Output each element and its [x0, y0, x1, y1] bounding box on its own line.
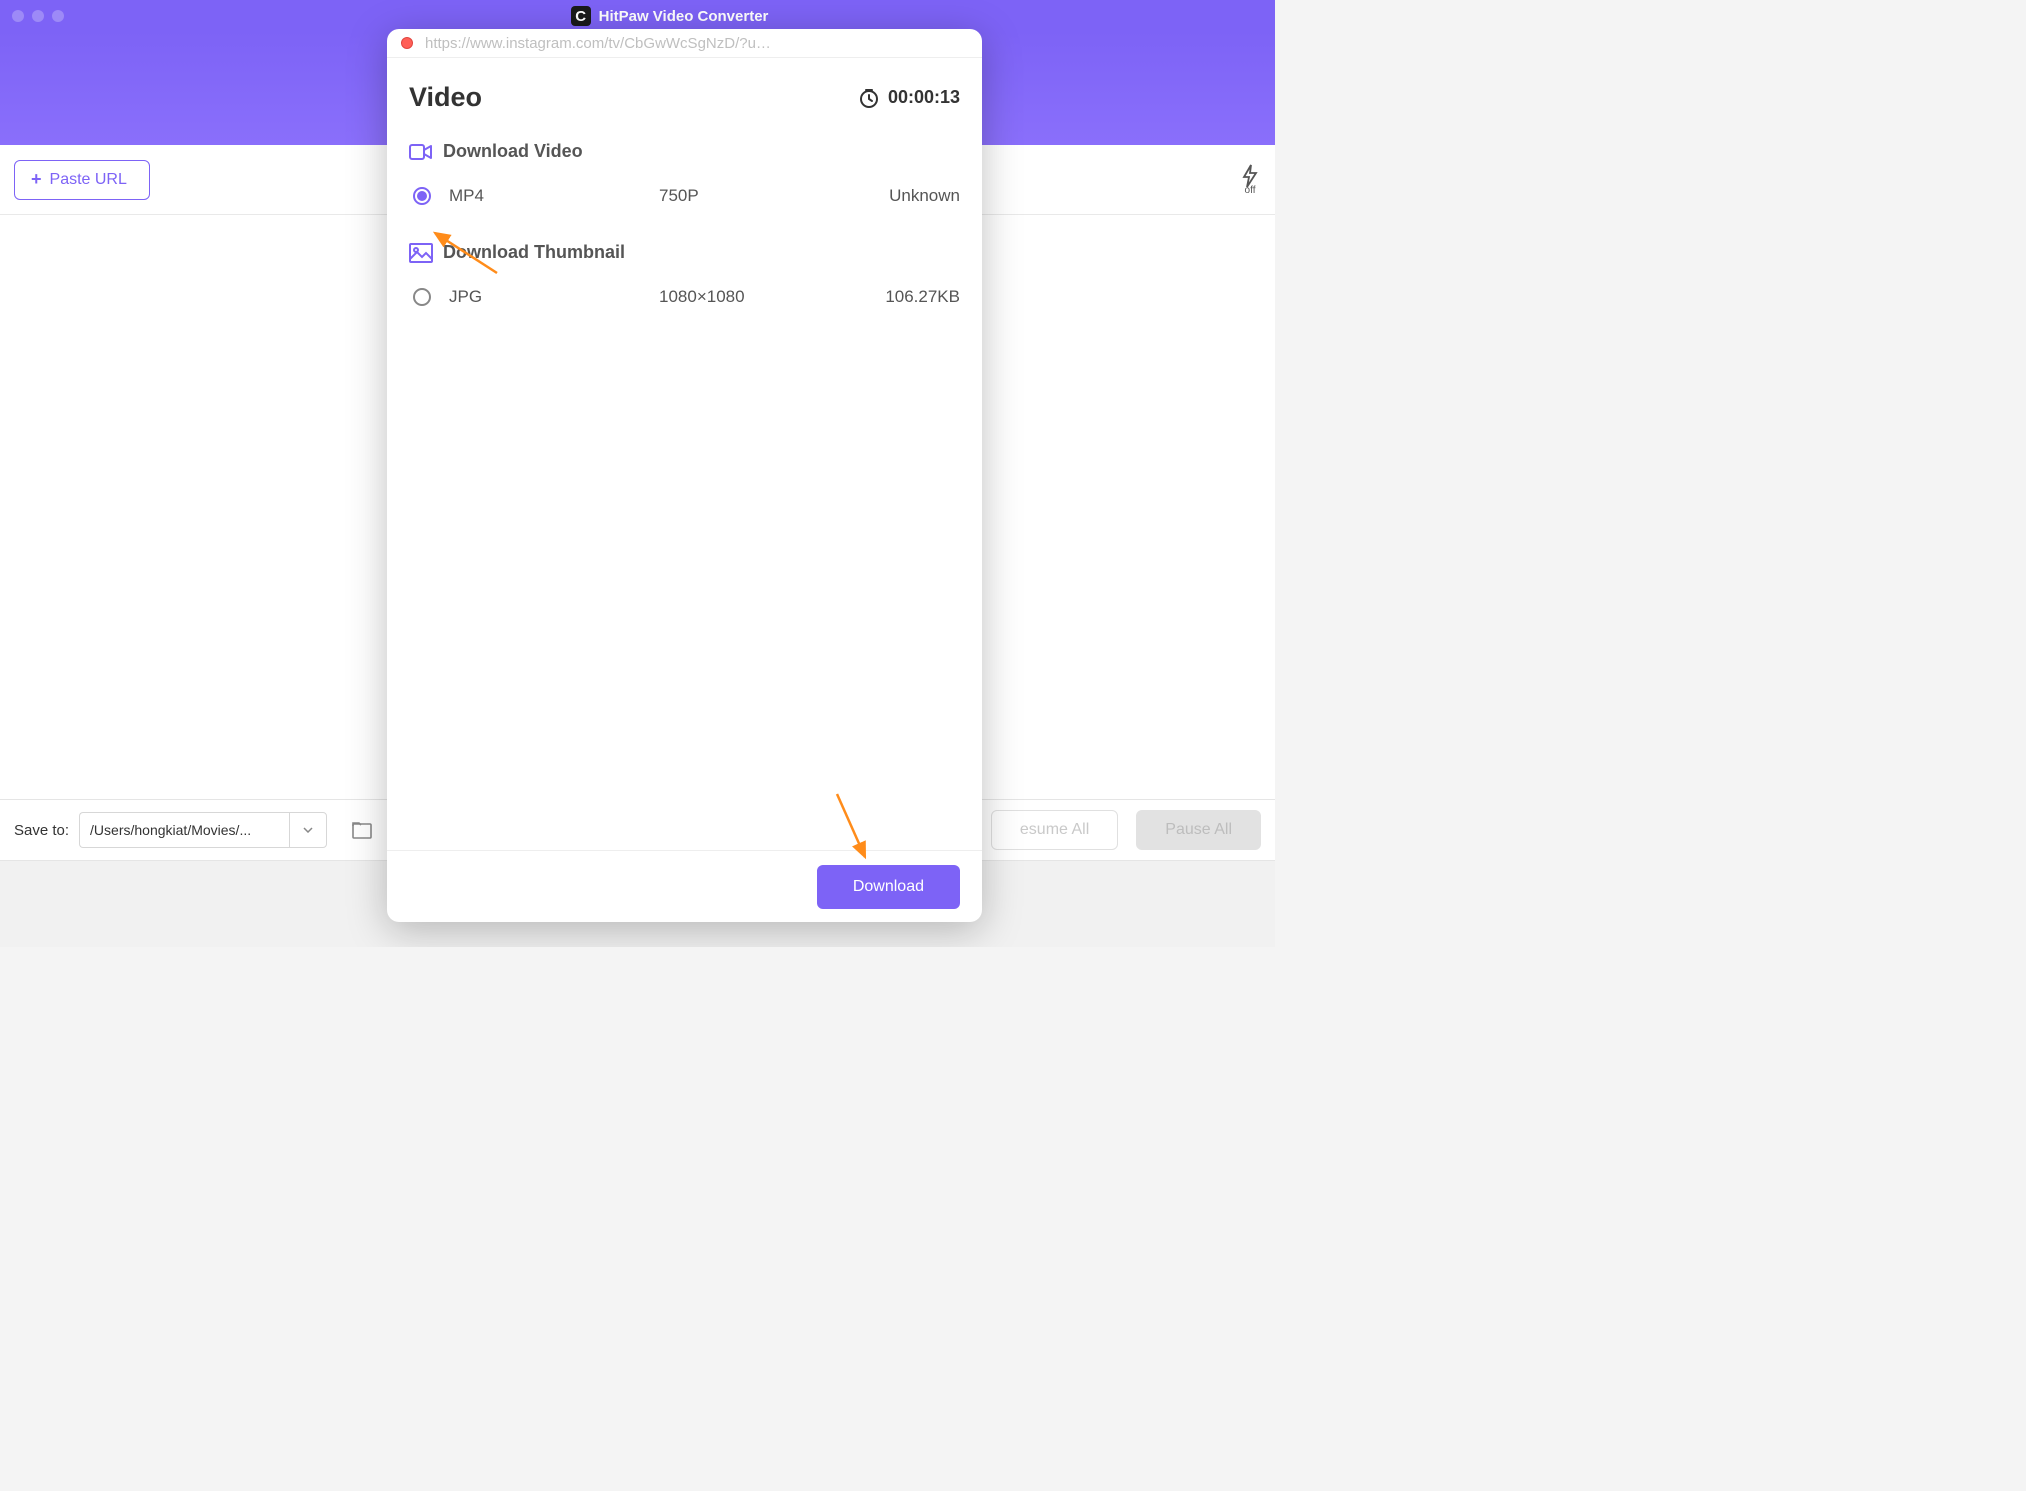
titlebar: C HitPaw Video Converter: [0, 0, 1275, 32]
save-path-dropdown[interactable]: [289, 812, 327, 848]
resume-all-button[interactable]: esume All: [991, 810, 1118, 850]
modal-titlebar: https://www.instagram.com/tv/CbGwWcSgNzD…: [387, 29, 982, 58]
radio-unselected[interactable]: [413, 288, 431, 306]
radio-selected[interactable]: [413, 187, 431, 205]
save-to-label: Save to:: [14, 822, 69, 839]
plus-icon: +: [31, 169, 42, 190]
window-traffic-lights[interactable]: [12, 10, 64, 22]
section-title: Download Thumbnail: [443, 242, 625, 263]
paste-url-button[interactable]: + Paste URL: [14, 160, 150, 200]
option-size: 106.27KB: [859, 287, 960, 307]
duration-text: 00:00:13: [888, 87, 960, 108]
section-title: Download Video: [443, 141, 583, 162]
traffic-dot[interactable]: [52, 10, 64, 22]
modal-heading: Video: [409, 82, 482, 113]
option-size: Unknown: [859, 186, 960, 206]
close-icon[interactable]: [401, 37, 413, 49]
chevron-down-icon: [303, 827, 313, 833]
traffic-dot[interactable]: [12, 10, 24, 22]
pause-all-button[interactable]: Pause All: [1136, 810, 1261, 850]
image-icon: [409, 243, 433, 263]
section-download-video: Download Video: [409, 141, 960, 162]
clock-icon: [858, 87, 880, 109]
hardware-accel-toggle[interactable]: off: [1239, 164, 1261, 196]
modal-body: Video 00:00:13 Download Video: [387, 58, 982, 850]
app-title: HitPaw Video Converter: [599, 8, 769, 25]
download-modal: https://www.instagram.com/tv/CbGwWcSgNzD…: [387, 29, 982, 922]
lightning-label: off: [1245, 185, 1256, 196]
option-mp4[interactable]: MP4 750P Unknown: [409, 186, 960, 206]
option-resolution: 1080×1080: [659, 287, 859, 307]
save-path-field[interactable]: [79, 812, 327, 848]
modal-url: https://www.instagram.com/tv/CbGwWcSgNzD…: [425, 35, 968, 52]
option-resolution: 750P: [659, 186, 859, 206]
app-window: C HitPaw Video Converter Co + Paste URL: [0, 0, 1275, 947]
paste-url-label: Paste URL: [50, 171, 127, 189]
video-camera-icon: [409, 142, 433, 162]
save-path-input[interactable]: [79, 812, 289, 848]
option-format: MP4: [449, 186, 659, 206]
folder-icon[interactable]: [351, 819, 373, 841]
traffic-dot[interactable]: [32, 10, 44, 22]
video-duration: 00:00:13: [858, 87, 960, 109]
modal-footer: Download: [387, 850, 982, 922]
app-icon: C: [571, 6, 591, 26]
section-download-thumbnail: Download Thumbnail: [409, 242, 960, 263]
option-format: JPG: [449, 287, 659, 307]
download-button[interactable]: Download: [817, 865, 960, 909]
option-jpg[interactable]: JPG 1080×1080 106.27KB: [409, 287, 960, 307]
